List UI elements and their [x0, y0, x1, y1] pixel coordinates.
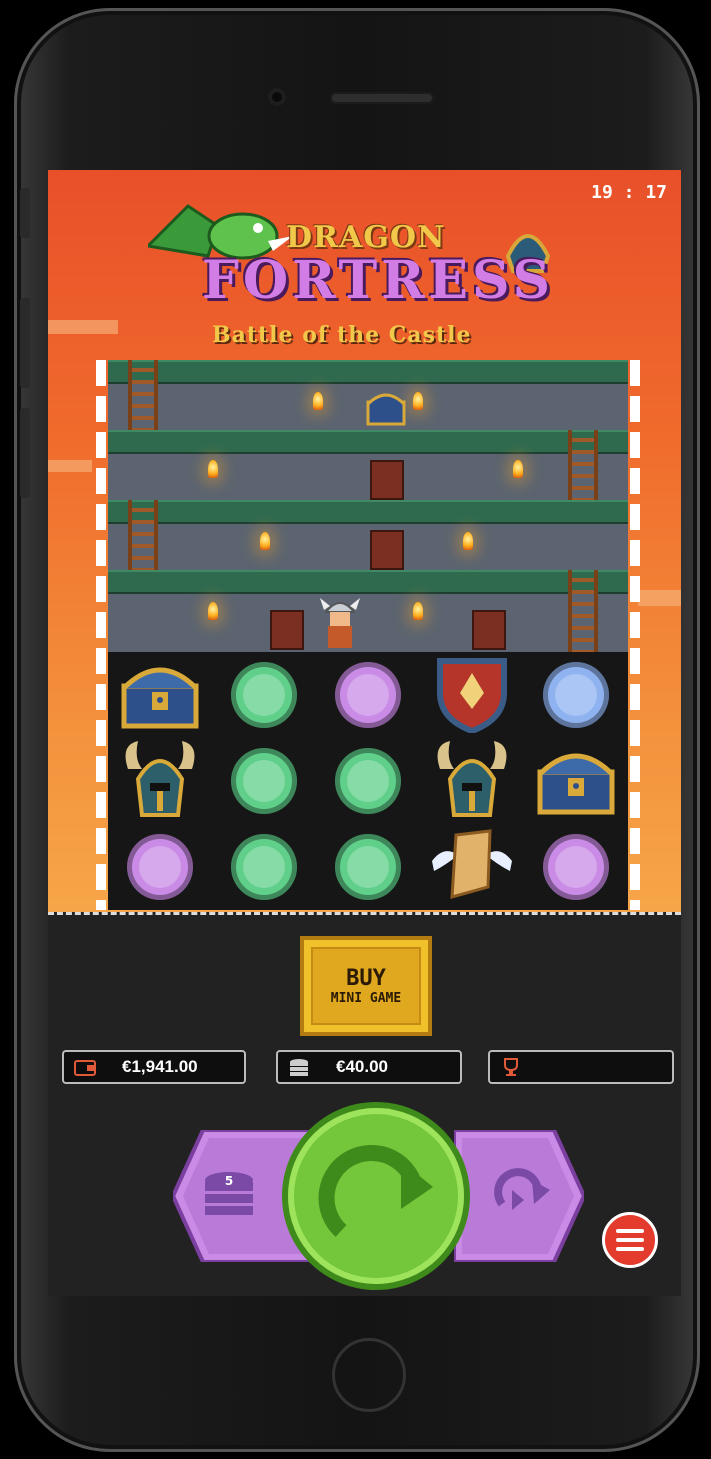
reel-cell: [524, 738, 628, 824]
reel-cell: [524, 652, 628, 738]
ladder: [568, 430, 598, 500]
horned-helmet-icon: [120, 739, 200, 823]
viking-knight-icon: [320, 598, 360, 648]
bet-value: €40.00: [336, 1057, 388, 1076]
blue-coin-icon: [543, 662, 609, 728]
purple-coin-icon: [335, 662, 401, 728]
reel-cell: [524, 824, 628, 910]
torch: [413, 602, 423, 620]
reel-cell: [316, 738, 420, 824]
menu-bar: [616, 1229, 644, 1233]
autoplay-button[interactable]: [452, 1128, 587, 1264]
castle-door: [472, 610, 506, 650]
castle-background: [108, 360, 628, 652]
logo-subtitle: Battle of the Castle: [212, 322, 472, 348]
reel-cell: [108, 652, 212, 738]
torch: [313, 392, 323, 410]
win-box: [488, 1050, 674, 1084]
horned-helmet-icon: [432, 739, 512, 823]
reel-cell: [108, 738, 212, 824]
clock-text: 19 : 17: [591, 182, 667, 203]
mini-game-label: MINI GAME: [330, 991, 402, 1006]
balance-value: €1,941.00: [122, 1057, 198, 1076]
balance-box: €1,941.00: [62, 1050, 246, 1084]
reel-cell: [212, 824, 316, 910]
buy-button-inner: BUY MINI GAME: [311, 947, 421, 1025]
purple-coin-icon: [127, 834, 193, 900]
ladder: [128, 360, 158, 430]
earpiece-speaker: [330, 92, 434, 104]
castle-floor: [108, 500, 628, 524]
purple-coin-icon: [543, 834, 609, 900]
green-coin-icon: [335, 834, 401, 900]
torch: [463, 532, 473, 550]
home-button[interactable]: [332, 1338, 406, 1412]
castle-door: [370, 460, 404, 500]
treasure-chest-icon: [366, 393, 406, 426]
menu-bar: [616, 1247, 644, 1251]
buy-mini-game-button[interactable]: BUY MINI GAME: [300, 936, 432, 1036]
menu-button[interactable]: [602, 1212, 658, 1268]
game-screen: 19 : 17 DRAGON FORTRESS Battle of the Ca…: [48, 170, 681, 1296]
torch: [208, 602, 218, 620]
torch: [208, 460, 218, 478]
bet-stack-value: 5: [225, 1174, 233, 1188]
reel-cell: [420, 824, 524, 910]
spin-button[interactable]: [288, 1108, 464, 1284]
reel-frame-right: [630, 360, 640, 910]
torch: [260, 532, 270, 550]
wallet-icon: [74, 1057, 96, 1077]
treasure-chest-icon: [536, 742, 616, 820]
green-coin-icon: [335, 748, 401, 814]
game-logo: DRAGON FORTRESS Battle of the Castle: [148, 196, 588, 348]
trophy-icon: [500, 1057, 522, 1077]
cloud: [48, 460, 92, 472]
reel-cell: [212, 652, 316, 738]
reel-frame-left: [96, 360, 106, 910]
reel-cell: [108, 824, 212, 910]
green-coin-icon: [231, 748, 297, 814]
bet-box: €40.00: [276, 1050, 462, 1084]
mute-switch: [20, 188, 30, 238]
logo-title-fortress: FORTRESS: [202, 250, 555, 311]
cloud: [638, 590, 681, 606]
treasure-chest-icon: [120, 656, 200, 734]
winged-scroll-icon: [430, 825, 514, 909]
phoenix-shield-icon: [434, 653, 510, 737]
reel-grid: [108, 652, 628, 910]
reel-cell: [420, 652, 524, 738]
reel-cell: [316, 652, 420, 738]
reel-cell: [316, 824, 420, 910]
castle-floor: [108, 570, 628, 594]
torch: [413, 392, 423, 410]
cloud: [48, 320, 118, 334]
front-camera: [268, 88, 286, 106]
buy-label: BUY: [346, 966, 386, 991]
green-coin-icon: [231, 662, 297, 728]
spin-arrow-icon: [318, 1145, 433, 1237]
castle-door: [270, 610, 304, 650]
coins-icon: [288, 1057, 310, 1077]
ladder: [568, 570, 598, 652]
volume-down-button: [20, 408, 30, 498]
castle-floor: [108, 360, 628, 384]
volume-up-button: [20, 298, 30, 388]
castle-floor: [108, 430, 628, 454]
castle-door: [370, 530, 404, 570]
reel-cell: [420, 738, 524, 824]
ladder: [128, 500, 158, 570]
reel-cell: [212, 738, 316, 824]
torch: [513, 460, 523, 478]
green-coin-icon: [231, 834, 297, 900]
menu-bar: [616, 1238, 644, 1242]
